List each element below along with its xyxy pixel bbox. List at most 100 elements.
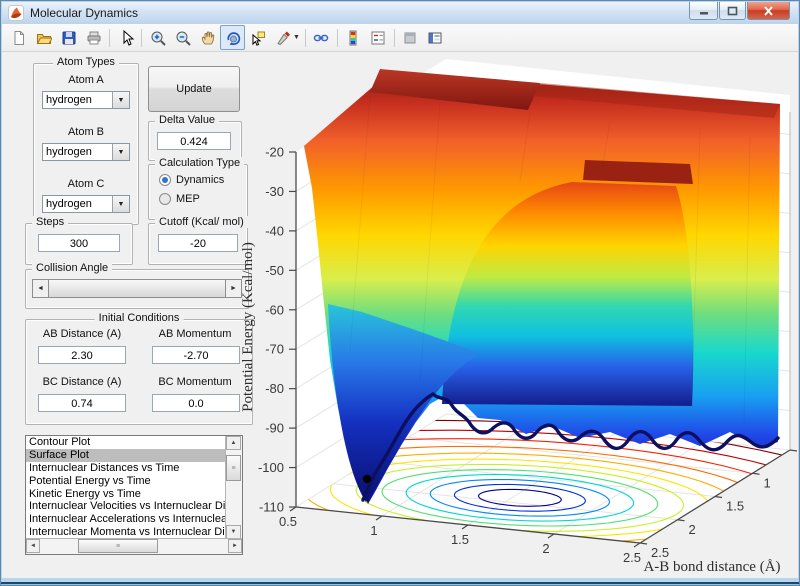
z-axis-label: Potential Energy (Kcal/mol) [240, 242, 256, 412]
steps-field[interactable]: 300 [38, 234, 120, 252]
delta-value-field[interactable]: 0.424 [157, 132, 231, 150]
svg-text:-100: -100 [258, 460, 284, 475]
group-title: Delta Value [155, 114, 219, 126]
svg-text:1: 1 [764, 475, 771, 490]
update-button[interactable]: Update [148, 66, 240, 112]
window-title: Molecular Dynamics [30, 6, 138, 20]
atom-b-dropdown[interactable]: hydrogen ▼ [42, 143, 130, 161]
ab-momentum-field[interactable]: -2.70 [152, 346, 240, 364]
show-plot-tools-button[interactable] [423, 25, 448, 50]
collision-angle-slider[interactable]: ◄ ► [32, 279, 242, 298]
save-figure-button[interactable] [56, 25, 81, 50]
surface-plot-axes[interactable]: -20-30-40-50-60-70-80-90-100-1100.511.52… [230, 52, 798, 578]
list-item[interactable]: Potential Energy vs Time [26, 475, 228, 488]
svg-text:2: 2 [542, 541, 549, 556]
toolbar-separator [109, 29, 110, 47]
svg-text:2: 2 [689, 522, 696, 537]
svg-text:-20: -20 [265, 145, 284, 160]
dropdown-arrow-icon[interactable]: ▼ [112, 144, 129, 160]
atom-a-dropdown[interactable]: hydrogen ▼ [42, 91, 130, 109]
zoom-out-button[interactable] [170, 25, 195, 50]
radio-selected-icon[interactable] [159, 174, 171, 186]
svg-text:2.5: 2.5 [651, 545, 669, 560]
scrollbar-thumb[interactable]: ≡ [78, 539, 158, 553]
brush-data-button[interactable] [270, 25, 295, 50]
dynamics-radio-label: Dynamics [176, 174, 224, 186]
link-plot-button[interactable] [309, 25, 334, 50]
mep-radio-label: MEP [176, 193, 200, 205]
initial-conditions-group: Initial Conditions AB Distance (A) AB Mo… [25, 319, 253, 425]
svg-text:-60: -60 [265, 302, 284, 317]
trajectory-current-point [363, 475, 371, 483]
list-item-selected[interactable]: Surface Plot [26, 449, 228, 462]
minimize-button[interactable] [689, 2, 718, 20]
brush-dropdown-caret[interactable]: ▼ [293, 34, 300, 41]
toolbar-separator [337, 29, 338, 47]
slider-left-arrow[interactable]: ◄ [32, 279, 49, 298]
atom-c-label: Atom C [34, 178, 138, 190]
hide-plot-tools-button[interactable] [398, 25, 423, 50]
mep-radio[interactable]: MEP [159, 193, 200, 205]
group-title: Atom Types [53, 56, 119, 68]
maximize-button[interactable] [719, 2, 746, 20]
svg-text:-110: -110 [259, 500, 284, 515]
new-figure-button[interactable] [6, 25, 31, 50]
ab-distance-field[interactable]: 2.30 [38, 346, 126, 364]
svg-text:-40: -40 [265, 223, 284, 238]
svg-text:2.5: 2.5 [623, 550, 641, 565]
plot-type-listbox[interactable]: Contour Plot Surface Plot Internuclear D… [25, 435, 243, 555]
radio-unselected-icon[interactable] [159, 193, 171, 205]
list-item[interactable]: Contour Plot [26, 436, 228, 449]
atom-a-label: Atom A [34, 74, 138, 86]
horizontal-scrollbar[interactable]: ◄ ≡ ► [26, 538, 242, 554]
toolbar-separator [394, 29, 395, 47]
pan-button[interactable] [195, 25, 220, 50]
dropdown-arrow-icon[interactable]: ▼ [112, 92, 129, 108]
bc-distance-label: BC Distance (A) [26, 376, 138, 388]
atom-b-value: hydrogen [43, 144, 112, 160]
bc-distance-field[interactable]: 0.74 [38, 394, 126, 412]
atom-types-group: Atom Types Atom A hydrogen ▼ Atom B hydr… [33, 63, 139, 225]
dropdown-arrow-icon[interactable]: ▼ [112, 196, 129, 212]
atom-c-dropdown[interactable]: hydrogen ▼ [42, 195, 130, 213]
steps-group: Steps 300 [25, 223, 133, 265]
group-title: Collision Angle [32, 262, 112, 274]
figure-toolbar: ▼ [2, 24, 798, 52]
list-item[interactable]: Internuclear Distances vs Time [26, 462, 228, 475]
atom-a-value: hydrogen [43, 92, 112, 108]
close-button[interactable] [747, 2, 790, 20]
list-item[interactable]: Kinetic Energy vs Time [26, 488, 228, 501]
edit-plot-button[interactable] [113, 25, 138, 50]
list-item[interactable]: Internuclear Accelerations vs Internucle… [26, 513, 228, 526]
atom-c-value: hydrogen [43, 196, 112, 212]
title-bar[interactable]: Molecular Dynamics [2, 2, 798, 24]
insert-legend-button[interactable] [366, 25, 391, 50]
group-title: Steps [32, 216, 68, 228]
figure-canvas: Atom Types Atom A hydrogen ▼ Atom B hydr… [2, 52, 798, 578]
atom-b-label: Atom B [34, 126, 138, 138]
svg-text:0.5: 0.5 [279, 514, 297, 529]
surface-plot[interactable]: -20-30-40-50-60-70-80-90-100-1100.511.52… [230, 52, 798, 578]
dynamics-radio[interactable]: Dynamics [159, 174, 224, 186]
svg-text:-80: -80 [265, 381, 284, 396]
list-item[interactable]: Internuclear Velocities vs Internuclear … [26, 500, 228, 513]
insert-colorbar-button[interactable] [341, 25, 366, 50]
group-title: Initial Conditions [95, 312, 184, 324]
delta-value-group: Delta Value 0.424 [148, 121, 242, 161]
cutoff-field[interactable]: -20 [158, 234, 238, 252]
slider-track[interactable] [49, 279, 225, 298]
data-cursor-button[interactable] [245, 25, 270, 50]
ab-distance-label: AB Distance (A) [26, 328, 138, 340]
scroll-left-icon[interactable]: ◄ [26, 539, 40, 553]
toolbar-separator [305, 29, 306, 47]
open-file-button[interactable] [31, 25, 56, 50]
zoom-in-button[interactable] [145, 25, 170, 50]
bc-momentum-field[interactable]: 0.0 [152, 394, 240, 412]
dome-plateau-cap [583, 160, 693, 184]
svg-text:-30: -30 [265, 184, 284, 199]
rotate-3d-button[interactable] [220, 25, 245, 50]
app-window: Molecular Dynamics ▼ Atom Typ [0, 0, 800, 586]
print-figure-button[interactable] [81, 25, 106, 50]
svg-text:-70: -70 [265, 342, 284, 357]
toolbar-separator [141, 29, 142, 47]
